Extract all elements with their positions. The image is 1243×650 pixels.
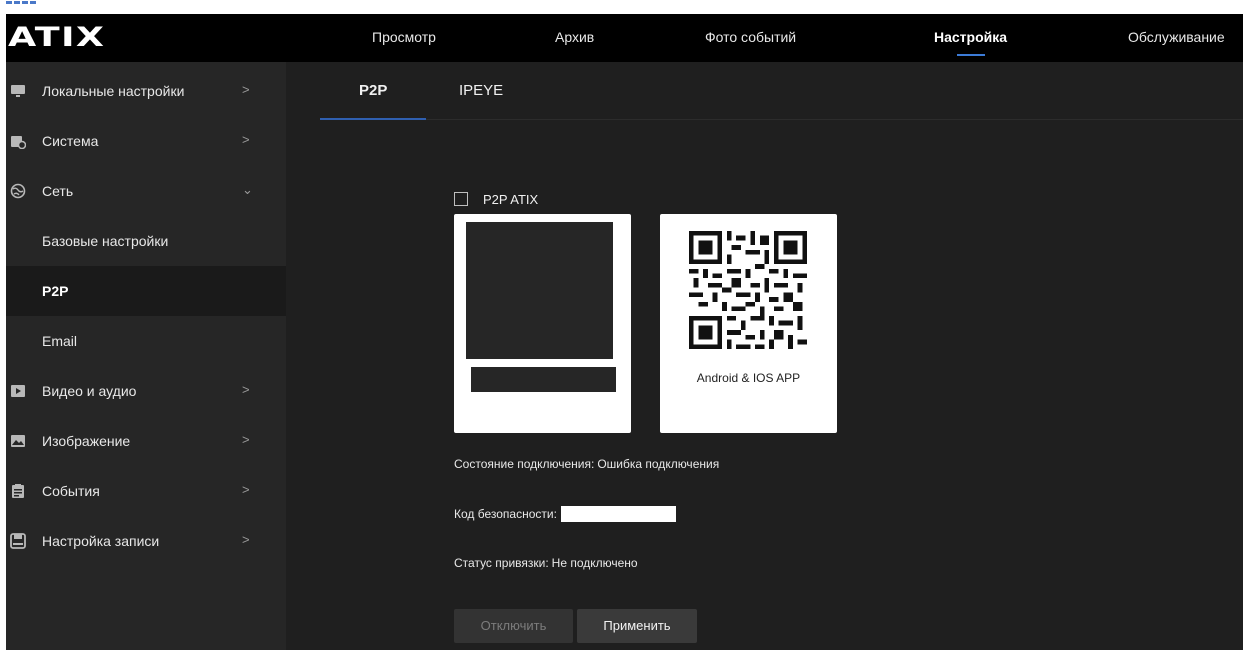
device-qr-card (454, 214, 631, 433)
top-header: ATIX Просмотр Архив Фото событий Настрой… (6, 14, 1243, 62)
chevron-right-icon: > (242, 532, 250, 547)
sidebar-item-label: Локальные настройки (42, 83, 185, 99)
tab-active-indicator (320, 118, 426, 120)
sidebar-item-label: Видео и аудио (42, 383, 137, 399)
sidebar-item-video-audio[interactable]: Видео и аудио > (6, 366, 286, 416)
device-qr-placeholder (466, 222, 613, 359)
record-icon (10, 533, 26, 549)
sidebar-item-label: Email (42, 333, 78, 349)
accent-dash (14, 1, 20, 4)
sidebar-item-label: Система (42, 133, 99, 149)
chevron-down-icon: ⌄ (242, 182, 253, 197)
brand-logo[interactable]: ATIX (8, 23, 197, 53)
system-icon (11, 136, 26, 149)
sidebar-item-system[interactable]: Система > (6, 116, 286, 166)
tab-ipeye[interactable]: IPEYE (459, 62, 503, 119)
video-icon (11, 385, 25, 397)
apply-button[interactable]: Применить (577, 609, 697, 643)
nav-maintenance[interactable]: Обслуживание (1128, 14, 1225, 62)
accent-dash (22, 1, 28, 4)
sidebar-item-label: Изображение (42, 433, 131, 449)
sidebar-item-record-settings[interactable]: Настройка записи > (6, 516, 286, 566)
security-code-field (560, 506, 676, 522)
chevron-right-icon: > (242, 132, 250, 147)
sidebar-item-label: События (42, 483, 100, 499)
binding-status-label: Статус привязки: (454, 556, 549, 570)
tab-p2p[interactable]: P2P (359, 62, 387, 119)
security-code-label: Код безопасности: (454, 507, 557, 522)
accent-dash (30, 1, 36, 4)
app-qr-code-icon (689, 231, 807, 349)
sidebar-item-label: Сеть (42, 183, 74, 199)
sidebar-item-label: Базовые настройки (42, 233, 169, 249)
device-id-bar (471, 367, 616, 392)
sidebar-item-email[interactable]: Email (6, 316, 286, 366)
sidebar-item-basic-settings[interactable]: Базовые настройки (6, 216, 286, 266)
sidebar-item-network[interactable]: Сеть ⌄ (6, 166, 286, 216)
connection-status-label: Состояние подключения: (454, 457, 595, 471)
app-download-label: Android & IOS APP (696, 371, 801, 385)
connection-status-value: Ошибка подключения (597, 457, 720, 471)
binding-status-value: Не подключено (551, 556, 638, 570)
sidebar-item-p2p[interactable]: P2P (6, 266, 286, 316)
chevron-right-icon: > (242, 482, 250, 497)
sidebar-item-image[interactable]: Изображение > (6, 416, 286, 466)
image-icon (11, 435, 25, 447)
nav-active-indicator (956, 54, 985, 56)
chevron-right-icon: > (242, 82, 250, 97)
binding-status: Статус привязки: Не подключено (454, 556, 638, 570)
sidebar: Локальные настройки > Система > Сеть ⌄ Б… (6, 62, 286, 650)
app-window: ATIX Просмотр Архив Фото событий Настрой… (6, 14, 1243, 650)
chevron-right-icon: > (242, 382, 250, 397)
connection-status: Состояние подключения: Ошибка подключения (454, 457, 719, 471)
disconnect-button[interactable]: Отключить (454, 609, 573, 643)
security-code-row: Код безопасности: (454, 506, 676, 523)
sidebar-item-label: P2P (42, 283, 69, 299)
main-content: P2P IPEYE P2P ATIX Android & IOS APP Сос… (286, 62, 1243, 650)
tab-bar: P2P IPEYE (320, 62, 1243, 120)
sidebar-item-local-settings[interactable]: Локальные настройки > (6, 66, 286, 116)
sidebar-item-events[interactable]: События > (6, 466, 286, 516)
chevron-right-icon: > (242, 432, 250, 447)
p2p-atix-label: P2P ATIX (483, 191, 539, 207)
top-accent-strip (0, 0, 300, 6)
events-icon (12, 484, 24, 498)
monitor-icon (11, 85, 25, 97)
nav-view[interactable]: Просмотр (372, 14, 436, 62)
nav-event-photos[interactable]: Фото событий (705, 14, 796, 62)
nav-archive[interactable]: Архив (555, 14, 594, 62)
accent-dash (6, 1, 12, 4)
sidebar-item-label: Настройка записи (42, 533, 160, 549)
p2p-atix-checkbox[interactable] (454, 192, 468, 206)
nav-settings-label: Настройка (934, 29, 1008, 45)
p2p-atix-checkbox-row[interactable]: P2P ATIX (454, 190, 538, 208)
app-qr-card: Android & IOS APP (660, 214, 837, 433)
nav-settings[interactable]: Настройка (934, 14, 1007, 62)
network-globe-icon (10, 183, 26, 199)
